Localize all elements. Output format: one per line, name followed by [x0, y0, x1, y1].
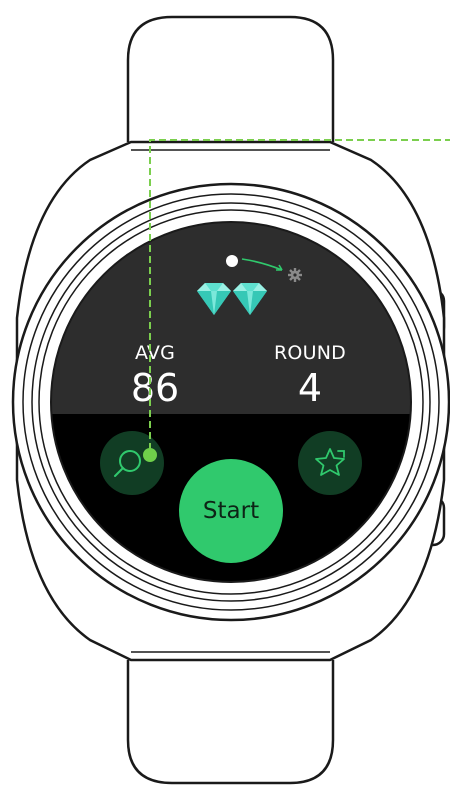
watch-stage: AVG 86 ROUND 4 Start — [0, 0, 450, 799]
favorite-button[interactable] — [298, 431, 362, 495]
bottom-strap — [126, 660, 335, 785]
round-label: ROUND — [274, 342, 346, 364]
search-button[interactable] — [100, 431, 164, 495]
start-button[interactable]: Start — [179, 459, 283, 563]
start-label: Start — [202, 497, 260, 524]
star-arrow-icon — [315, 448, 345, 476]
avg-value: 86 — [130, 366, 180, 410]
page-indicator-dot — [226, 255, 238, 267]
round-value: 4 — [297, 366, 323, 410]
gear-icon — [288, 268, 302, 282]
watch-body — [11, 15, 450, 785]
search-icon — [114, 450, 141, 477]
avg-label: AVG — [134, 342, 176, 364]
top-strap — [126, 15, 335, 142]
